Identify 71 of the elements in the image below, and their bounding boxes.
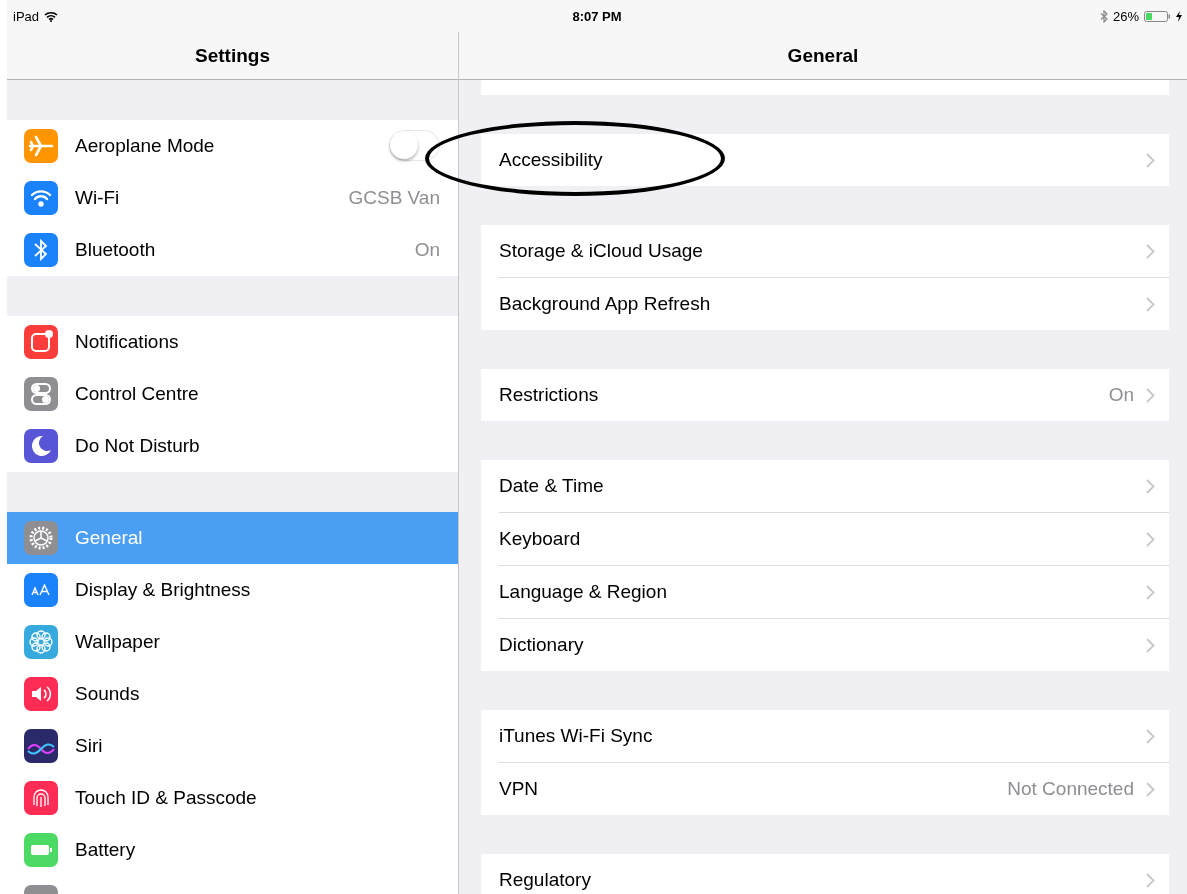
settings-label: Battery (75, 838, 137, 861)
settings-label: Touch ID & Passcode (75, 786, 258, 809)
sounds-icon (24, 677, 58, 711)
settings-label: Wallpaper (75, 630, 161, 653)
settings-row[interactable]: iTunes Wi-Fi Sync (499, 710, 1169, 763)
settings-label: Background App Refresh (499, 293, 712, 315)
settings-label: VPN (499, 778, 540, 800)
chevron-icon (1146, 728, 1155, 744)
text-size-glyph-icon (31, 584, 51, 596)
toggle-switch[interactable] (389, 130, 440, 161)
wifi-icon (44, 10, 59, 22)
settings-row[interactable]: Background App Refresh (499, 278, 1169, 330)
chevron-icon (1146, 781, 1155, 797)
settings-label: Sounds (75, 682, 141, 705)
settings-label: Siri (75, 734, 104, 757)
settings-label: Accessibility (499, 149, 604, 171)
charging-bolt-icon (1176, 10, 1182, 22)
bluetooth-icon (24, 233, 58, 267)
display-icon (24, 573, 58, 607)
settings-label: Wi-Fi (75, 186, 121, 209)
clock: 8:07 PM (572, 8, 622, 24)
settings-label: Aeroplane Mode (75, 134, 216, 157)
chevron-icon (1146, 584, 1155, 600)
settings-label: Bluetooth (75, 239, 157, 261)
chevron-icon (1146, 872, 1155, 888)
chevron-icon (1146, 152, 1155, 168)
settings-label: Date & Time (499, 475, 605, 497)
chevron-icon (1146, 637, 1155, 653)
battery-percentage: 26% (1112, 8, 1139, 24)
settings-row[interactable]: VPN Not Connected (499, 763, 1169, 815)
battery-icon (1144, 10, 1171, 22)
settings-row[interactable]: Keyboard (499, 513, 1169, 566)
moon-icon (24, 429, 58, 463)
settings-value: On (414, 239, 440, 261)
settings-label: Notifications (75, 330, 180, 353)
settings-label: General (75, 526, 144, 549)
wallpaper-icon (24, 625, 58, 659)
settings-label: Language & Region (499, 581, 668, 603)
page-title: General (459, 32, 1187, 80)
settings-label: Do Not Disturb (75, 435, 201, 457)
airplane-icon (24, 129, 58, 163)
bluetooth-icon (1099, 9, 1108, 23)
settings-label: iTunes Wi-Fi Sync (499, 725, 654, 747)
battery-icon (24, 833, 58, 867)
settings-label: Regulatory (499, 869, 592, 891)
chevron-icon (1146, 243, 1155, 259)
settings-label: Storage & iCloud Usage (499, 240, 704, 262)
chevron-icon (1146, 478, 1155, 494)
settings-value: GCSB Van (348, 186, 440, 209)
settings-row[interactable]: Storage & iCloud Usage (499, 225, 1169, 278)
settings-label: Control Centre (75, 382, 200, 405)
chevron-icon (1146, 531, 1155, 547)
control-icon (24, 377, 58, 411)
device-name: iPad (13, 8, 40, 24)
settings-value: Not Connected (1007, 778, 1134, 800)
notifications-icon (24, 325, 58, 359)
settings-row[interactable]: Date & Time (499, 460, 1169, 513)
settings-label: Dictionary (499, 634, 585, 656)
chevron-icon (1146, 296, 1155, 312)
chevron-icon (1146, 387, 1155, 403)
settings-row[interactable]: Language & Region (499, 566, 1169, 619)
wifi-icon (24, 181, 58, 215)
fingerprint-icon (24, 781, 58, 815)
settings-label: Restrictions (499, 384, 600, 406)
settings-value: On (1108, 384, 1134, 406)
settings-label: Display & Brightness (75, 578, 252, 601)
gear-icon (24, 521, 58, 555)
sidebar-title: Settings (7, 32, 458, 80)
settings-row[interactable]: Dictionary (499, 619, 1169, 671)
settings-label: Keyboard (499, 528, 582, 550)
siri-icon (24, 729, 58, 763)
